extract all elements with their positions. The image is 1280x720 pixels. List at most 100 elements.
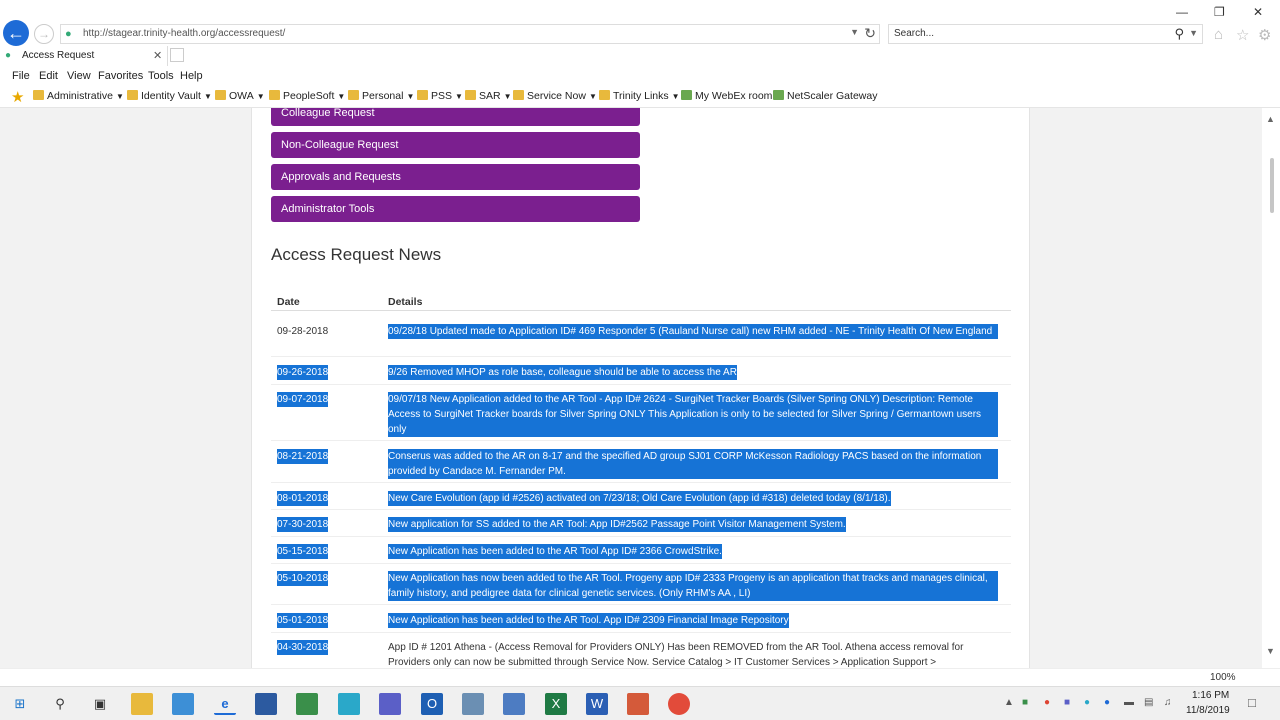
excel-icon[interactable]: X bbox=[545, 693, 567, 715]
battery-icon[interactable]: ▬ bbox=[1124, 697, 1134, 708]
row-date: 07-30-2018 bbox=[277, 517, 329, 532]
tray-app-icon[interactable]: ■ bbox=[1022, 697, 1028, 708]
chevron-down-icon: ▼ bbox=[256, 92, 265, 101]
app-icon[interactable] bbox=[627, 693, 649, 715]
row-date: 05-01-2018 bbox=[277, 613, 329, 628]
tab-close-icon[interactable]: ✕ bbox=[153, 49, 162, 62]
page-favicon-icon: ● bbox=[65, 28, 72, 40]
chrome-icon[interactable] bbox=[668, 693, 690, 715]
refresh-icon[interactable]: ↻ bbox=[864, 25, 876, 42]
table-row: 09-07-2018 09/07/18 New Application adde… bbox=[271, 390, 1011, 441]
fav-peoplesoft[interactable]: PeopleSoft ▼ bbox=[269, 90, 345, 102]
fav-pss[interactable]: PSS ▼ bbox=[417, 90, 463, 102]
chevron-down-icon: ▼ bbox=[337, 92, 346, 101]
chevron-down-icon: ▼ bbox=[406, 92, 415, 101]
address-bar-area: ← → ● http://stagear.trinity-health.org/… bbox=[0, 0, 1280, 46]
fav-service-now[interactable]: Service Now ▼ bbox=[513, 90, 597, 102]
clock-time[interactable]: 1:16 PM bbox=[1192, 690, 1229, 701]
app-icon[interactable] bbox=[503, 693, 525, 715]
fav-personal[interactable]: Personal ▼ bbox=[348, 90, 414, 102]
scroll-down-icon[interactable]: ▼ bbox=[1266, 646, 1275, 656]
colleague-request-button[interactable]: Colleague Request bbox=[271, 108, 640, 126]
administrator-tools-button[interactable]: Administrator Tools bbox=[271, 196, 640, 222]
home-icon[interactable]: ⌂ bbox=[1214, 26, 1223, 43]
row-details: 09/07/18 New Application added to the AR… bbox=[388, 392, 998, 437]
fav-owa[interactable]: OWA ▼ bbox=[215, 90, 265, 102]
folder-icon bbox=[127, 90, 138, 100]
forward-button[interactable]: → bbox=[34, 24, 54, 44]
tray-app-icon[interactable]: ● bbox=[1104, 697, 1110, 708]
row-details: 9/26 Removed MHOP as role base, colleagu… bbox=[388, 365, 737, 380]
row-details: New Application has now been added to th… bbox=[388, 571, 998, 601]
restore-icon[interactable]: ❐ bbox=[1214, 5, 1225, 19]
tray-app-icon[interactable]: ■ bbox=[1064, 697, 1070, 708]
table-row: 04-30-2018 App ID # 1201 Athena - (Acces… bbox=[271, 638, 1011, 668]
app-icon[interactable] bbox=[296, 693, 318, 715]
search-icon[interactable]: ⚲ bbox=[1174, 26, 1184, 42]
task-view-icon[interactable]: ▣ bbox=[89, 693, 111, 715]
scrollbar-thumb[interactable] bbox=[1270, 158, 1274, 213]
tray-expand-icon[interactable]: ▲ bbox=[1004, 697, 1014, 708]
favorites-star-icon[interactable]: ☆ bbox=[1236, 26, 1249, 44]
close-window-icon[interactable]: ✕ bbox=[1253, 5, 1263, 19]
row-date: 05-10-2018 bbox=[277, 571, 329, 586]
app-icon[interactable] bbox=[462, 693, 484, 715]
search-dropdown-icon[interactable]: ▼ bbox=[1189, 28, 1198, 38]
file-explorer-icon[interactable] bbox=[131, 693, 153, 715]
fav-my-webex-room[interactable]: My WebEx room bbox=[681, 90, 772, 102]
url-dropdown-icon[interactable]: ▼ bbox=[850, 27, 859, 37]
row-date: 09-26-2018 bbox=[277, 365, 329, 380]
app-icon[interactable] bbox=[255, 693, 277, 715]
folder-icon bbox=[215, 90, 226, 100]
search-field[interactable]: Search... ⚲ ▼ bbox=[888, 24, 1203, 44]
row-details: 09/28/18 Updated made to Application ID#… bbox=[388, 324, 998, 339]
notifications-icon[interactable]: □ bbox=[1248, 695, 1256, 710]
search-taskbar-icon[interactable]: ⚲ bbox=[49, 693, 71, 715]
word-icon[interactable]: W bbox=[586, 693, 608, 715]
minimize-icon[interactable]: — bbox=[1176, 5, 1188, 19]
url-field[interactable]: ● http://stagear.trinity-health.org/acce… bbox=[60, 24, 880, 44]
zoom-level[interactable]: 100% bbox=[1210, 672, 1236, 683]
approvals-and-requests-button[interactable]: Approvals and Requests bbox=[271, 164, 640, 190]
menu-favorites[interactable]: Favorites bbox=[98, 70, 143, 82]
app-icon[interactable] bbox=[338, 693, 360, 715]
row-details: App ID # 1201 Athena - (Access Removal f… bbox=[388, 642, 964, 668]
fav-identity-vault[interactable]: Identity Vault ▼ bbox=[127, 90, 212, 102]
fav-label: My WebEx room bbox=[695, 90, 773, 102]
volume-icon[interactable]: ♫ bbox=[1164, 697, 1172, 708]
tray-app-icon[interactable]: ● bbox=[1044, 697, 1050, 708]
non-colleague-request-button[interactable]: Non-Colleague Request bbox=[271, 132, 640, 158]
app-icon[interactable] bbox=[172, 693, 194, 715]
menu-view[interactable]: View bbox=[67, 70, 91, 82]
menu-edit[interactable]: Edit bbox=[39, 70, 58, 82]
internet-explorer-icon[interactable]: e bbox=[214, 693, 236, 715]
network-icon[interactable]: ▤ bbox=[1144, 697, 1153, 708]
back-button[interactable]: ← bbox=[3, 20, 29, 46]
menu-help[interactable]: Help bbox=[180, 70, 203, 82]
row-details: New application for SS added to the AR T… bbox=[388, 517, 846, 532]
menu-file[interactable]: File bbox=[12, 70, 30, 82]
page-viewport: Colleague Request Non-Colleague Request … bbox=[0, 108, 1280, 668]
teams-icon[interactable] bbox=[379, 693, 401, 715]
fav-netscaler-gateway[interactable]: NetScaler Gateway bbox=[773, 90, 877, 102]
row-date: 09-07-2018 bbox=[277, 392, 329, 407]
table-row: 09-28-2018 09/28/18 Updated made to Appl… bbox=[271, 322, 1011, 357]
clock-date[interactable]: 11/8/2019 bbox=[1186, 705, 1230, 716]
folder-icon bbox=[465, 90, 476, 100]
folder-icon bbox=[513, 90, 524, 100]
new-tab-button[interactable] bbox=[170, 48, 184, 62]
start-icon[interactable]: ⊞ bbox=[9, 693, 31, 715]
row-details: New Application has been added to the AR… bbox=[388, 613, 789, 628]
menu-tools[interactable]: Tools bbox=[148, 70, 174, 82]
link-icon bbox=[773, 90, 784, 100]
favorites-bar: Administrative ▼ Identity Vault ▼ OWA ▼ Peo… bbox=[0, 86, 1280, 108]
vertical-scrollbar[interactable]: ▲ ▼ bbox=[1262, 108, 1280, 668]
scroll-up-icon[interactable]: ▲ bbox=[1266, 114, 1275, 124]
browser-tab[interactable]: ● Access Request ✕ bbox=[0, 46, 168, 66]
outlook-icon[interactable]: O bbox=[421, 693, 443, 715]
tray-app-icon[interactable]: ● bbox=[1084, 697, 1090, 708]
fav-trinity-links[interactable]: Trinity Links ▼ bbox=[599, 90, 680, 102]
settings-gear-icon[interactable]: ⚙ bbox=[1258, 26, 1271, 44]
fav-administrative[interactable]: Administrative ▼ bbox=[33, 90, 124, 102]
fav-sar[interactable]: SAR ▼ bbox=[465, 90, 512, 102]
